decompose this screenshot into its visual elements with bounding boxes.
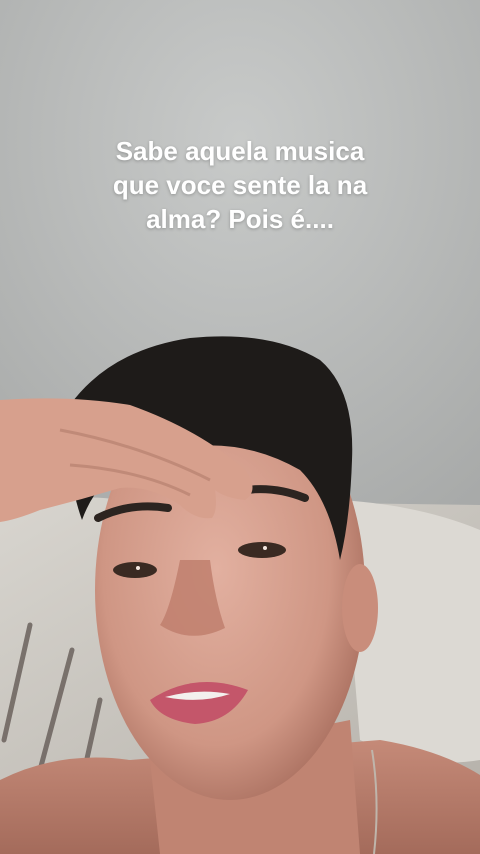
story-frame[interactable]: Sabe aquela musica que voce sente la na … [0,0,480,854]
selfie-photo [0,0,480,854]
right-eye [238,542,286,558]
caption-line: que voce sente la na [112,170,368,200]
caption-line: Sabe aquela musica [115,136,365,166]
left-eye [113,562,157,578]
ear [342,564,378,652]
story-caption: Sabe aquela musica que voce sente la na … [40,134,440,236]
caption-line: alma? Pois é.... [146,204,334,234]
